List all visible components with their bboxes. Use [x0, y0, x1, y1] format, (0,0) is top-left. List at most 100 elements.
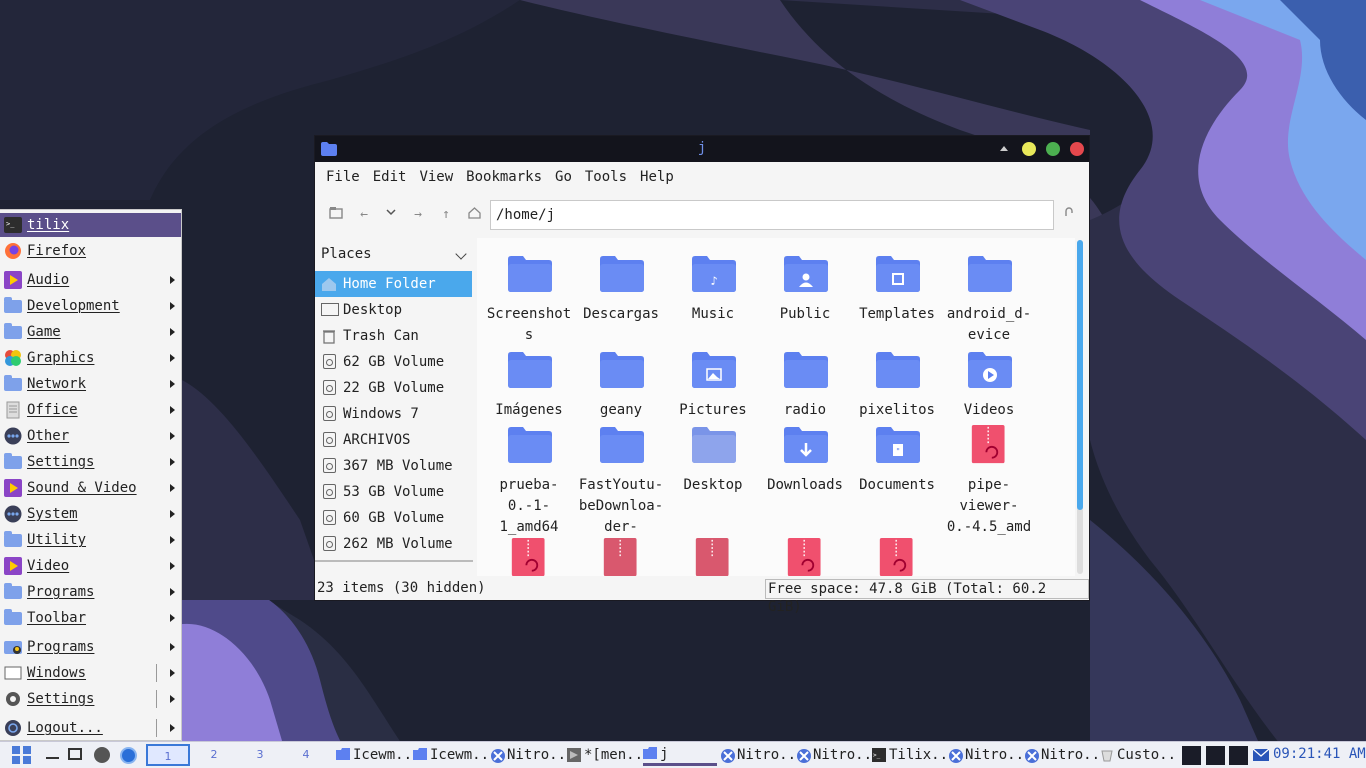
file-name: Imágenes: [495, 402, 563, 418]
place-volume[interactable]: Windows 7: [315, 401, 472, 427]
history-chevron-icon[interactable]: [382, 206, 400, 224]
submenu-arrow-icon: [170, 484, 175, 492]
place-desktop[interactable]: Desktop: [315, 297, 472, 323]
menu-item-graphics[interactable]: Graphics: [0, 346, 181, 370]
taskbar-item[interactable]: Nitro...: [796, 744, 870, 766]
reload-icon[interactable]: [1060, 206, 1078, 224]
close-button[interactable]: [1070, 142, 1084, 156]
taskbar-item[interactable]: Nitro...: [948, 744, 1022, 766]
places-scrollbar[interactable]: [315, 560, 473, 562]
programs-icon: [4, 638, 22, 656]
rollup-icon[interactable]: [1000, 146, 1008, 151]
menu-item-audio[interactable]: Audio: [0, 268, 181, 292]
deb-package-icon: [971, 425, 1005, 464]
menu-item-programs[interactable]: Programs: [0, 580, 181, 604]
terminal-launcher-icon[interactable]: [94, 747, 110, 763]
tray-monitor-3[interactable]: [1229, 746, 1248, 765]
taskbar-item[interactable]: *[men...: [567, 744, 641, 766]
menu-item-logout[interactable]: Logout...: [0, 716, 181, 740]
place-trash[interactable]: Trash Can: [315, 323, 472, 349]
workspace-2[interactable]: 2: [192, 744, 236, 766]
menu-item-game[interactable]: Game: [0, 320, 181, 344]
dots-icon: [4, 427, 22, 445]
place-volume[interactable]: 62 GB Volume: [315, 349, 472, 375]
start-menu-button[interactable]: [12, 746, 32, 768]
menu-item-settings[interactable]: Settings: [0, 450, 181, 474]
nitro-icon: [720, 748, 735, 763]
menu-edit[interactable]: Edit: [373, 169, 407, 185]
maximize-button[interactable]: [1046, 142, 1060, 156]
workspace-3[interactable]: 3: [238, 744, 282, 766]
menu-item-settings-2[interactable]: Settings: [0, 687, 181, 711]
taskbar-item[interactable]: Icewm...: [413, 744, 487, 766]
menu-file[interactable]: File: [326, 169, 360, 185]
menu-bookmarks[interactable]: Bookmarks: [466, 169, 542, 185]
show-desktop-icon[interactable]: [46, 757, 59, 759]
archive-icon: [603, 538, 637, 576]
forward-icon[interactable]: →: [409, 206, 427, 224]
path-input[interactable]: [490, 200, 1054, 230]
menu-tools[interactable]: Tools: [585, 169, 627, 185]
menu-item-programs-2[interactable]: Programs: [0, 635, 181, 659]
chevron-down-icon[interactable]: [455, 248, 467, 260]
vertical-scrollbar[interactable]: [1077, 240, 1083, 574]
file-name: Templates: [859, 306, 935, 322]
place-volume[interactable]: 262 MB Volume: [315, 531, 472, 557]
place-home-folder[interactable]: Home Folder: [315, 271, 472, 297]
new-tab-icon[interactable]: [327, 206, 345, 224]
folder-icon: [600, 256, 644, 292]
workspace-1[interactable]: 1: [146, 744, 190, 766]
scrollbar-thumb[interactable]: [1077, 240, 1083, 510]
taskbar-item[interactable]: Nitro...: [490, 744, 564, 766]
taskbar-item[interactable]: Nitro...: [720, 744, 794, 766]
menu-item-tilix[interactable]: >_ tilix: [0, 213, 181, 237]
menu-item-windows[interactable]: Windows: [0, 661, 181, 685]
file-icon-view[interactable]: Screenshots Descargas ♪ Music Public Template…: [477, 238, 1075, 576]
folder-icon: [4, 530, 22, 549]
window-list-icon[interactable]: [68, 748, 82, 760]
menu-item-development[interactable]: Development: [0, 294, 181, 318]
menu-view[interactable]: View: [419, 169, 453, 185]
workspace-4[interactable]: 4: [284, 744, 328, 766]
place-volume[interactable]: 53 GB Volume: [315, 479, 472, 505]
places-sidebar: Places Home Folder Desktop Trash Can 62 …: [315, 238, 473, 576]
menu-item-network[interactable]: Network: [0, 372, 181, 396]
taskbar-item[interactable]: Icewm...: [336, 744, 410, 766]
taskbar-item[interactable]: Nitro...: [1024, 744, 1098, 766]
menu-item-office[interactable]: Office: [0, 398, 181, 422]
taskbar-item[interactable]: Custo...: [1100, 744, 1174, 766]
menu-item-utility[interactable]: Utility: [0, 528, 181, 552]
window-title: j: [697, 140, 707, 156]
menu-item-system[interactable]: System: [0, 502, 181, 526]
place-volume[interactable]: 22 GB Volume: [315, 375, 472, 401]
folder-icon: [600, 352, 644, 388]
place-volume[interactable]: 60 GB Volume: [315, 505, 472, 531]
menu-item-firefox[interactable]: Firefox: [0, 239, 181, 263]
nitro-icon: [1024, 748, 1039, 763]
back-icon[interactable]: ←: [355, 206, 373, 224]
places-header[interactable]: Places: [321, 246, 372, 262]
mail-icon[interactable]: [1252, 748, 1270, 765]
nitro-icon: [948, 748, 963, 763]
menu-item-other[interactable]: Other: [0, 424, 181, 448]
menu-item-sound-video[interactable]: Sound & Video: [0, 476, 181, 500]
tray-monitor-1[interactable]: [1182, 746, 1201, 765]
clock[interactable]: 09:21:41 AM: [1273, 746, 1366, 762]
taskbar-item-active[interactable]: j: [643, 744, 717, 766]
up-icon[interactable]: ↑: [437, 206, 455, 224]
place-volume[interactable]: 367 MB Volume: [315, 453, 472, 479]
menu-item-toolbar[interactable]: Toolbar: [0, 606, 181, 630]
home-icon[interactable]: [465, 206, 483, 224]
nitro-icon: [796, 748, 811, 763]
folder-icon: [4, 374, 22, 393]
menu-item-video[interactable]: Video: [0, 554, 181, 578]
minimize-button[interactable]: [1022, 142, 1036, 156]
window-titlebar[interactable]: j: [315, 136, 1089, 162]
tray-monitor-2[interactable]: [1206, 746, 1225, 765]
place-volume[interactable]: ARCHIVOS: [315, 427, 472, 453]
browser-launcher-icon[interactable]: [120, 747, 137, 764]
menu-help[interactable]: Help: [640, 169, 674, 185]
file-name: FastYoutu-beDownloa-der-: [578, 477, 664, 535]
menu-go[interactable]: Go: [555, 169, 572, 185]
taskbar-item[interactable]: >_ Tilix...: [872, 744, 946, 766]
